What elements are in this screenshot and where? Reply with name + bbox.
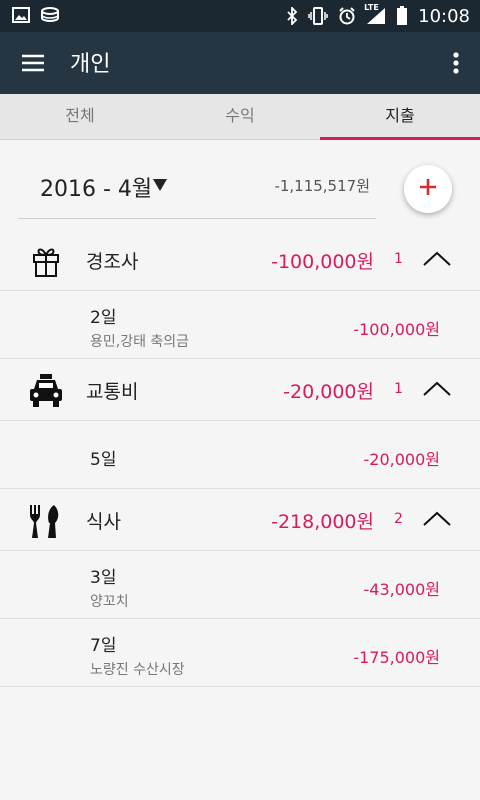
item-memo: 용민,강태 축의금 <box>90 334 190 350</box>
page-title: 개인 <box>70 52 111 77</box>
more-vert-icon[interactable] <box>446 48 466 78</box>
add-button[interactable] <box>404 165 452 213</box>
category-count: 1 <box>394 381 403 397</box>
tab-expense[interactable]: 지출 <box>320 94 480 140</box>
category-count: 2 <box>394 511 403 527</box>
chevron-up-icon[interactable] <box>422 249 452 269</box>
category-label: 교통비 <box>86 381 139 403</box>
battery-icon <box>396 6 408 26</box>
coin-stack-icon <box>40 6 60 24</box>
app-bar: 개인 <box>0 32 480 94</box>
alarm-icon <box>338 7 356 25</box>
item-memo: 양꼬치 <box>90 594 129 610</box>
tab-bar: 전체 수익 지출 <box>0 94 480 140</box>
item-memo: 노량진 수산시장 <box>90 662 185 678</box>
category-amount: -218,000원 <box>271 511 374 533</box>
gift-icon <box>26 243 66 279</box>
item-day: 2일 <box>90 308 117 328</box>
category-label: 식사 <box>86 511 121 533</box>
image-icon <box>12 6 30 24</box>
category-row-gift[interactable]: 경조사 -100,000원 1 <box>0 229 480 291</box>
item-amount: -100,000원 <box>353 320 440 339</box>
list-item[interactable]: 7일 노량진 수산시장 -175,000원 <box>0 619 480 687</box>
hamburger-icon[interactable] <box>18 48 48 78</box>
item-amount: -175,000원 <box>353 648 440 667</box>
tab-all[interactable]: 전체 <box>0 94 160 139</box>
divider <box>18 218 376 219</box>
item-day: 5일 <box>90 450 117 470</box>
category-row-transport[interactable]: 교통비 -20,000원 1 <box>0 359 480 421</box>
period-total: -1,115,517원 <box>274 177 370 195</box>
category-label: 경조사 <box>86 251 139 273</box>
category-amount: -100,000원 <box>271 251 374 273</box>
category-amount: -20,000원 <box>283 381 374 403</box>
status-bar: LTE 10:08 <box>0 0 480 32</box>
item-amount: -43,000원 <box>363 580 440 599</box>
fork-knife-icon <box>26 503 66 539</box>
item-day: 7일 <box>90 636 117 656</box>
expense-list: 2016 - 4월 -1,115,517원 경조사 -100,000원 1 2일… <box>0 141 480 800</box>
bluetooth-icon <box>286 7 298 25</box>
list-item[interactable]: 5일 -20,000원 <box>0 421 480 489</box>
item-amount: -20,000원 <box>363 450 440 469</box>
item-day: 3일 <box>90 568 117 588</box>
category-row-meal[interactable]: 식사 -218,000원 2 <box>0 489 480 551</box>
taxi-icon <box>26 373 66 409</box>
period-selector[interactable]: 2016 - 4월 <box>40 171 152 203</box>
dropdown-caret-icon[interactable] <box>152 177 168 191</box>
chevron-up-icon[interactable] <box>422 509 452 529</box>
period-header: 2016 - 4월 -1,115,517원 <box>0 141 480 221</box>
plus-icon <box>418 177 438 201</box>
clock: 10:08 <box>418 5 470 27</box>
tab-income[interactable]: 수익 <box>160 94 320 139</box>
chevron-up-icon[interactable] <box>422 379 452 399</box>
list-item[interactable]: 2일 용민,강태 축의금 -100,000원 <box>0 291 480 359</box>
signal-icon: LTE <box>364 3 386 25</box>
list-item[interactable]: 3일 양꼬치 -43,000원 <box>0 551 480 619</box>
vibrate-icon <box>308 7 328 25</box>
category-count: 1 <box>394 251 403 267</box>
